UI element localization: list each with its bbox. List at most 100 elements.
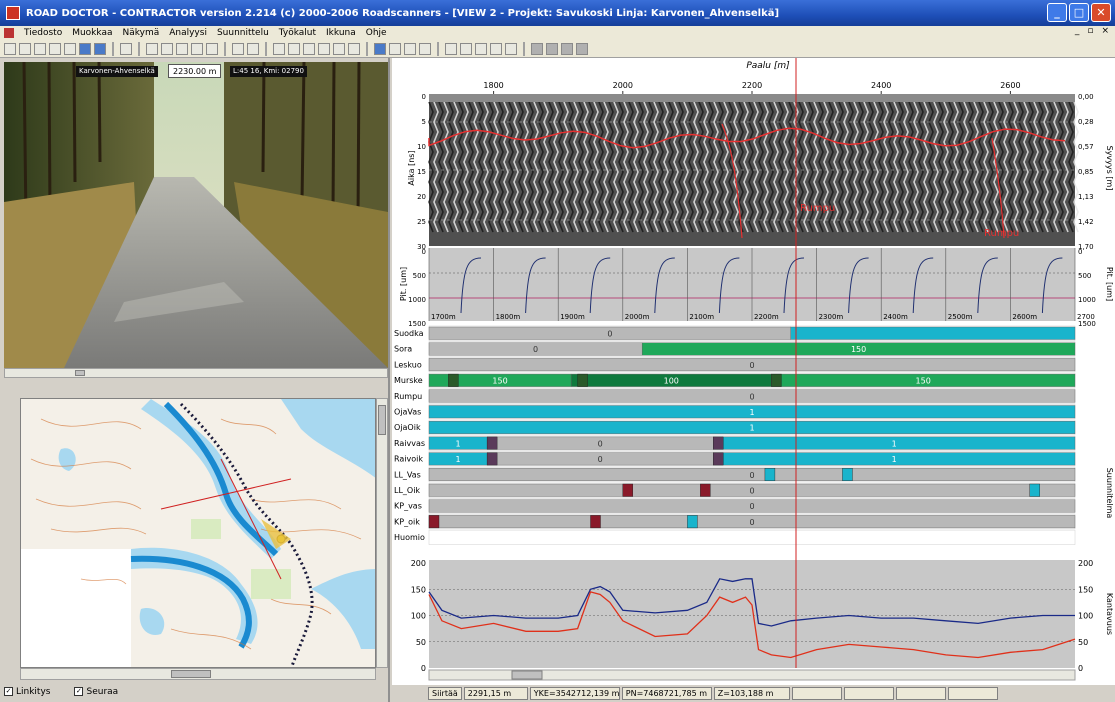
mdi-close-button[interactable]: × [1101, 26, 1109, 36]
zoom-icon[interactable] [445, 42, 457, 55]
copy-icon[interactable] [120, 42, 132, 55]
preview-icon[interactable] [64, 42, 76, 55]
layer-name: Raivvas [394, 439, 425, 448]
shield-icon[interactable] [247, 42, 259, 55]
layer-segment-value: 1 [749, 424, 754, 433]
fit-icon[interactable] [475, 42, 487, 55]
grid-view-icon[interactable] [348, 42, 360, 55]
window-titlebar: ROAD DOCTOR - CONTRACTOR version 2.214 (… [0, 0, 1115, 26]
gpr-left-tick-label: 0 [422, 93, 426, 101]
status-empty-4 [947, 687, 998, 700]
map-view[interactable] [20, 398, 376, 668]
paste-icon[interactable] [176, 42, 188, 55]
layer-segment-value: 0 [749, 518, 754, 527]
layer-segment-value: 150 [916, 377, 931, 386]
pointer-icon[interactable] [389, 42, 401, 55]
cursor-icon[interactable] [232, 42, 244, 55]
analysis-view[interactable]: Paalu [m] 1800 2000 2200 2400 2600 Aika [ns]… [392, 58, 1115, 702]
measure-icon[interactable] [404, 42, 416, 55]
layer-track [428, 529, 1076, 545]
mdi-minimize-button[interactable]: _ [1075, 26, 1080, 36]
panel-icon[interactable] [546, 42, 558, 55]
print-icon[interactable] [49, 42, 61, 55]
panel-icon[interactable] [576, 42, 588, 55]
grid-icon[interactable] [94, 42, 106, 55]
globe-icon[interactable] [374, 42, 386, 55]
x-axis-title: Paalu [m] [746, 61, 790, 71]
fwd-station-label: 2100m [689, 313, 714, 321]
stop-icon[interactable] [318, 42, 330, 55]
new-icon[interactable] [4, 42, 16, 55]
chart-scroll-thumb[interactable] [511, 670, 543, 680]
toolbar-separator [437, 41, 439, 56]
play-forward-icon[interactable] [303, 42, 315, 55]
layer-name: Huomio [394, 533, 425, 542]
menu-help[interactable]: Ohje [366, 28, 387, 38]
map-hscroll-thumb[interactable] [171, 670, 211, 678]
menu-file[interactable]: Tiedosto [24, 28, 62, 38]
photo-scrollbar[interactable] [4, 368, 388, 378]
map-vertical-scrollbar[interactable] [376, 398, 388, 668]
follow-option[interactable]: ✓ Seuraa [74, 687, 118, 697]
menu-window[interactable]: Ikkuna [326, 28, 356, 38]
layer-segment-value: 0 [598, 439, 603, 448]
status-empty-1 [791, 687, 842, 700]
link-checkbox[interactable]: ✓ [4, 687, 13, 696]
table-icon[interactable] [79, 42, 91, 55]
cut-icon[interactable] [161, 42, 173, 55]
layer-segment-value: 0 [607, 330, 612, 339]
minimize-button[interactable]: _ [1047, 3, 1067, 22]
layer-change-marker [713, 452, 724, 466]
toolbar-separator [224, 41, 226, 56]
filter-icon[interactable] [333, 42, 345, 55]
menu-view[interactable]: Näkymä [122, 28, 159, 38]
layer-segment-value: 0 [749, 487, 754, 496]
mdi-restore-button[interactable]: ▫ [1087, 26, 1093, 36]
menu-tools[interactable]: Työkalut [279, 28, 316, 38]
link-option[interactable]: ✓ Linkitys [4, 687, 50, 697]
toolbar-separator [265, 41, 267, 56]
layer-change-marker [590, 515, 601, 529]
map-vscroll-thumb[interactable] [378, 405, 386, 435]
gpr-right-tick-label: 0,85 [1078, 168, 1094, 176]
layer-segment-value: 0 [749, 361, 754, 370]
panel-icon[interactable] [531, 42, 543, 55]
profile-right-tick-label: 100 [1078, 612, 1093, 621]
gpr-left-axis-label: Aika [ns] [407, 150, 416, 185]
toolbar-separator [112, 41, 114, 56]
menu-design[interactable]: Suunnittelu [217, 28, 269, 38]
close-button[interactable]: ✕ [1091, 3, 1111, 22]
follow-checkbox[interactable]: ✓ [74, 687, 84, 696]
layers-right-label: Suunnitelma [1105, 468, 1114, 519]
layer-segment [790, 326, 1076, 340]
gpr-panel: Aika [ns] 051015202530 0,000,280,570,851… [407, 93, 1114, 251]
fwd-station-label: 2300m [819, 313, 844, 321]
map-horizontal-scrollbar[interactable] [20, 668, 376, 680]
profile-right-label: Kantavuus [1105, 593, 1114, 635]
menu-edit[interactable]: Muokkaa [72, 28, 112, 38]
photo-scroll-thumb[interactable] [75, 370, 85, 376]
gpr-annotation-2: Rumpu [984, 228, 1019, 239]
fwd-station-label: 1700m [431, 313, 456, 321]
layer-segment-value: 150 [492, 377, 507, 386]
play-icon[interactable] [288, 42, 300, 55]
layers-icon[interactable] [419, 42, 431, 55]
status-empty-2 [843, 687, 894, 700]
open-icon[interactable] [19, 42, 31, 55]
gpr-annotation-1: Rumpu [800, 203, 835, 214]
panel-icon[interactable] [561, 42, 573, 55]
play-back-icon[interactable] [273, 42, 285, 55]
x-tick-label: 2200 [742, 81, 762, 90]
rotate-icon[interactable] [505, 42, 517, 55]
delete-icon[interactable] [146, 42, 158, 55]
menu-analysis[interactable]: Analyysi [169, 28, 207, 38]
undo-icon[interactable] [191, 42, 203, 55]
profile-right-tick-label: 150 [1078, 585, 1093, 594]
maximize-button[interactable]: □ [1069, 3, 1089, 22]
redo-icon[interactable] [206, 42, 218, 55]
pan-icon[interactable] [460, 42, 472, 55]
analysis-chart: Paalu [m] 1800 2000 2200 2400 2600 Aika [ns]… [392, 58, 1115, 685]
save-icon[interactable] [34, 42, 46, 55]
crosshair-icon[interactable] [490, 42, 502, 55]
fwd-station-label: 2500m [948, 313, 973, 321]
